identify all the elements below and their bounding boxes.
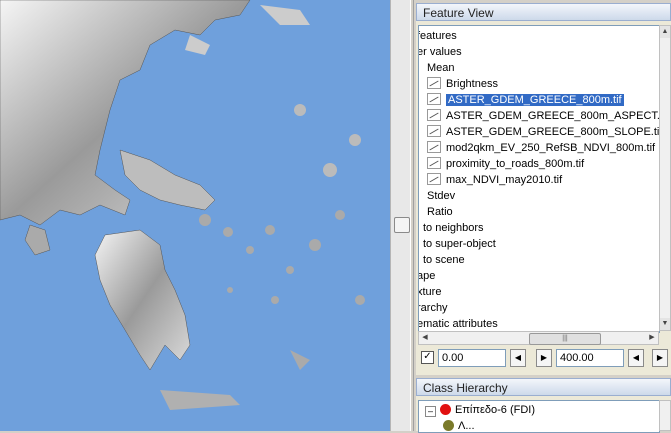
tree-item-label: ASTER_GDEM_GREECE_800m.tif	[445, 93, 625, 107]
tree-item-label: Mean	[427, 62, 455, 74]
feature-tree-vscrollbar[interactable]: ▲ ▼	[659, 25, 671, 331]
tree-item-label: max_NDVI_may2010.tif	[446, 174, 563, 186]
feature-graph-icon	[427, 157, 441, 169]
feature-view-title: Feature View	[416, 3, 671, 21]
tree-item-label: features	[418, 30, 457, 42]
range-max-field[interactable]: 400.00	[556, 349, 624, 367]
feature-tree-hscrollbar[interactable]: ◀ ||| ▶	[418, 331, 659, 345]
tree-item[interactable]: features	[418, 28, 457, 44]
tree-item[interactable]: Brightness	[427, 76, 498, 92]
tree-item[interactable]: rarchy	[418, 300, 448, 316]
panel-splitter[interactable]	[410, 0, 414, 431]
class-color-icon	[443, 420, 454, 431]
tree-item-label: Brightness	[446, 78, 498, 90]
feature-graph-icon	[427, 93, 441, 105]
class-hierarchy-scrollbar[interactable]	[659, 400, 671, 431]
tree-item[interactable]: ASTER_GDEM_GREECE_800m_ASPECT.t	[427, 108, 660, 124]
tree-item-selected[interactable]: ASTER_GDEM_GREECE_800m.tif	[427, 92, 625, 108]
map-scroll-thumb[interactable]	[394, 217, 410, 233]
class-item-label: Λ...	[458, 420, 475, 432]
scroll-down-arrow-icon[interactable]: ▼	[660, 318, 670, 330]
tree-item[interactable]: proximity_to_roads_800m.tif	[427, 156, 584, 172]
tree-item-label: ape	[418, 270, 436, 282]
feature-graph-icon	[427, 173, 441, 185]
tree-item[interactable]: mod2qkm_EV_250_RefSB_NDVI_800m.tif	[427, 140, 655, 156]
feature-tree[interactable]: features er values Mean Brightness ASTER_GDE…	[418, 25, 660, 333]
range-min-field[interactable]: 0.00	[438, 349, 506, 367]
feature-graph-icon	[427, 125, 441, 137]
tree-item-label: ASTER_GDEM_GREECE_800m_ASPECT.t	[446, 110, 660, 122]
scroll-up-arrow-icon[interactable]: ▲	[660, 26, 670, 38]
class-hierarchy-tree[interactable]: – Επίπεδο-6 (FDI) Λ...	[418, 400, 660, 433]
feature-graph-icon	[427, 109, 441, 121]
tree-item[interactable]: to scene	[423, 252, 465, 268]
map-vertical-scrollbar[interactable]	[390, 0, 411, 431]
max-decrease-button[interactable]: ◀	[628, 349, 644, 367]
tree-item[interactable]: ape	[418, 268, 436, 284]
scroll-right-arrow-icon[interactable]: ▶	[646, 332, 658, 344]
class-item-label: Επίπεδο-6 (FDI)	[455, 404, 535, 416]
tree-item-label: mod2qkm_EV_250_RefSB_NDVI_800m.tif	[446, 142, 656, 154]
scroll-left-arrow-icon[interactable]: ◀	[419, 332, 431, 344]
max-increase-button[interactable]: ▶	[652, 349, 668, 367]
tree-item[interactable]: max_NDVI_may2010.tif	[427, 172, 562, 188]
tree-item-label: to neighbors	[423, 222, 484, 234]
tree-item[interactable]: Mean	[427, 60, 455, 76]
feature-range-controls: ✓ 0.00 ◀ ▶ 400.00 ◀ ▶	[416, 347, 671, 369]
tree-item-label: Ratio	[427, 206, 453, 218]
tree-item-label: Stdev	[427, 190, 456, 202]
map-view[interactable]	[0, 0, 390, 431]
tree-item-label: xture	[418, 286, 442, 298]
tree-item-label: proximity_to_roads_800m.tif	[446, 158, 585, 170]
class-color-icon	[440, 404, 451, 415]
tree-item-label: ASTER_GDEM_GREECE_800m_SLOPE.tif	[446, 126, 660, 138]
tree-item-label: ematic attributes	[418, 318, 498, 330]
hscroll-thumb[interactable]: |||	[529, 333, 601, 345]
class-item[interactable]: – Επίπεδο-6 (FDI)	[425, 402, 535, 418]
tree-item[interactable]: ematic attributes	[418, 316, 498, 332]
tree-item[interactable]: Stdev	[427, 188, 455, 204]
collapse-icon[interactable]: –	[425, 406, 436, 417]
class-hierarchy-title: Class Hierarchy	[416, 378, 671, 396]
tree-item[interactable]: xture	[418, 284, 442, 300]
tree-item[interactable]: er values	[418, 44, 462, 60]
tree-item-label: rarchy	[418, 302, 448, 314]
elevation-map	[0, 0, 365, 410]
feature-graph-icon	[427, 141, 441, 153]
tree-item[interactable]: to neighbors	[423, 220, 484, 236]
range-enable-checkbox[interactable]: ✓	[421, 351, 434, 364]
tree-item-label: er values	[418, 46, 462, 58]
tree-item[interactable]: to super-object	[423, 236, 496, 252]
min-decrease-button[interactable]: ◀	[510, 349, 526, 367]
min-increase-button[interactable]: ▶	[536, 349, 552, 367]
class-hierarchy-panel: Class Hierarchy – Επίπεδο-6 (FDI) Λ...	[416, 378, 671, 433]
feature-graph-icon	[427, 77, 441, 89]
tree-item[interactable]: ASTER_GDEM_GREECE_800m_SLOPE.tif	[427, 124, 660, 140]
tree-item-label: to scene	[423, 254, 465, 266]
tree-item-label: to super-object	[423, 238, 496, 250]
tree-item[interactable]: Ratio	[427, 204, 453, 220]
feature-view-panel: Feature View features er values Mean Bright…	[416, 3, 671, 375]
